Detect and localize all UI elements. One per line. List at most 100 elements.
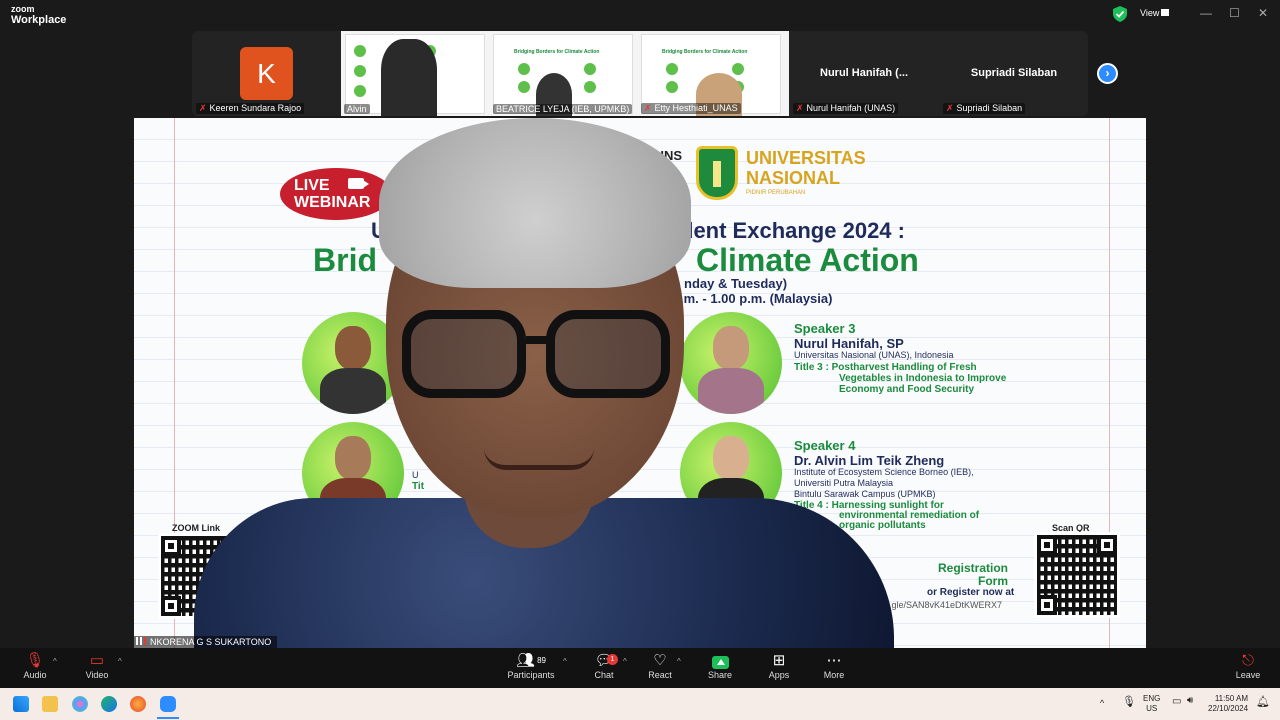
zoom-poster-logo: zoom bbox=[262, 533, 325, 560]
poster-title-right: dent Exchange 2024 : bbox=[680, 218, 905, 243]
avatar: K bbox=[240, 47, 293, 100]
participants-button[interactable]: 👥︎ 89 Participants bbox=[506, 648, 556, 688]
poster-title-left: UN bbox=[371, 218, 403, 243]
zoom-window: zoom Workplace View — ☐ ✕ K ✗ Keeren Sund… bbox=[0, 0, 1280, 688]
chat-unread-badge: 1 bbox=[607, 654, 618, 665]
file-explorer-icon[interactable] bbox=[42, 696, 58, 712]
apps-icon: ⊞ bbox=[772, 652, 786, 669]
speaker-1-photo bbox=[302, 312, 404, 414]
live-webinar-badge: LIVE WEBINAR bbox=[280, 168, 392, 220]
active-speaker-name: NKORENA G S SUKARTONO bbox=[134, 636, 278, 648]
react-button[interactable]: ♡ React bbox=[646, 648, 674, 688]
speaker-4-photo bbox=[680, 422, 782, 524]
speaker-3-title: Title 3 : Postharvest Handling of Fresh bbox=[794, 362, 977, 373]
brand-top: zoom bbox=[11, 4, 35, 14]
mic-muted-icon: ✗ bbox=[946, 103, 954, 113]
participant-tile[interactable]: Supriadi Silaban ✗ Supriadi Silaban bbox=[939, 31, 1088, 116]
participant-video-alvin bbox=[381, 39, 437, 116]
chevron-up-icon[interactable]: ^ bbox=[1100, 698, 1104, 708]
partner-logo-text: AINS bbox=[651, 148, 683, 163]
audio-button[interactable]: 🎙︎ Audio bbox=[20, 648, 50, 688]
register-now-label: or Register now at bbox=[927, 587, 1015, 598]
react-options-caret[interactable]: ^ bbox=[677, 657, 681, 666]
speaker-3-name: Nurul Hanifah, SP bbox=[794, 336, 904, 351]
participants-options-caret[interactable]: ^ bbox=[563, 657, 567, 666]
speaker-2-title: Tit bbox=[412, 481, 425, 492]
video-options-caret[interactable]: ^ bbox=[118, 657, 122, 666]
firefox-icon[interactable] bbox=[130, 696, 146, 712]
speaker-2-inst: U bbox=[412, 470, 419, 480]
participant-name: Alvin bbox=[344, 104, 370, 114]
poster-subtitle-left: Brid bbox=[313, 242, 377, 278]
audio-options-caret[interactable]: ^ bbox=[53, 657, 57, 666]
shared-poster-tiles[interactable]: Bridging Borders for Climate Action Brid… bbox=[341, 31, 789, 116]
registration-qr-code bbox=[1034, 532, 1120, 618]
maximize-icon[interactable]: ☐ bbox=[1229, 6, 1240, 20]
speaker-3-photo bbox=[680, 312, 782, 414]
participant-tile[interactable]: Nurul Hanifah (... ✗ Nurul Hanifah (UNAS) bbox=[789, 31, 939, 116]
brand-bottom: Workplace bbox=[11, 14, 67, 26]
view-grid-icon[interactable] bbox=[1161, 9, 1169, 16]
participant-name: ✗ Nurul Hanifah (UNAS) bbox=[793, 103, 899, 114]
camera-icon bbox=[348, 178, 369, 189]
apps-button[interactable]: ⊞ Apps bbox=[765, 648, 793, 688]
active-speaker-video: LIVE WEBINAR AINS UNIVERSITAS NASIONAL PI… bbox=[134, 118, 1146, 648]
edge-icon[interactable] bbox=[101, 696, 117, 712]
volume-icon[interactable]: 🔊︎ bbox=[1187, 696, 1193, 706]
participant-display-name: Supriadi Silaban bbox=[970, 67, 1058, 79]
more-icon: ⋯ bbox=[826, 652, 842, 669]
signal-icon bbox=[136, 637, 146, 645]
share-button[interactable]: Share bbox=[705, 648, 735, 688]
leave-button[interactable]: ⎋ Leave bbox=[1233, 648, 1263, 688]
chat-options-caret[interactable]: ^ bbox=[623, 657, 627, 666]
heart-icon: ♡ bbox=[653, 652, 667, 669]
participants-count: 89 bbox=[537, 656, 546, 665]
speaker-2-photo bbox=[302, 422, 404, 524]
chevron-right-icon[interactable]: › bbox=[1097, 63, 1118, 84]
zoom-logo: zoom Workplace bbox=[11, 5, 66, 26]
participant-name: ✗ Supriadi Silaban bbox=[943, 103, 1026, 114]
zoom-link-label: ZOOM Link bbox=[172, 523, 220, 533]
speaker-3-institution: Universitas Nasional (UNAS), Indonesia bbox=[794, 350, 954, 360]
mic-muted-icon: ✗ bbox=[644, 103, 652, 113]
participant-display-name: Nurul Hanifah (... bbox=[820, 67, 908, 79]
participant-tile[interactable]: K ✗ Keeren Sundara Rajoo bbox=[192, 31, 340, 116]
video-off-icon: ▭ bbox=[89, 652, 105, 669]
speaker-3-label: Speaker 3 bbox=[794, 321, 856, 336]
close-icon[interactable]: ✕ bbox=[1258, 6, 1268, 20]
more-button[interactable]: ⋯ More bbox=[820, 648, 848, 688]
registration-form-label: Form bbox=[978, 574, 1008, 588]
poster-time: .m. - 1.00 p.m. (Malaysia) bbox=[680, 291, 833, 306]
network-icon[interactable]: ▭ bbox=[1172, 697, 1181, 707]
view-button[interactable]: View bbox=[1140, 8, 1159, 18]
video-button[interactable]: ▭ Video bbox=[82, 648, 112, 688]
shield-check-icon[interactable] bbox=[1113, 6, 1127, 22]
zoom-taskbar-icon[interactable] bbox=[160, 696, 176, 712]
leave-icon: ⎋ bbox=[1242, 652, 1254, 669]
clock[interactable]: 11:50 AM 22/10/2024 bbox=[1208, 694, 1248, 714]
copilot-icon[interactable] bbox=[72, 696, 88, 712]
meeting-toolbar: 🎙︎ Audio ^ ▭ Video ^ 👥︎ 89 Participants ^… bbox=[0, 648, 1280, 688]
poster-subtitle-right: Climate Action bbox=[696, 242, 919, 278]
participants-icon: 👥︎ bbox=[516, 652, 536, 669]
notification-bell-icon[interactable]: 🔔︎ bbox=[1256, 697, 1270, 708]
participant-name: ✗ Keeren Sundara Rajoo bbox=[196, 103, 305, 114]
registration-label: Registration bbox=[938, 561, 1009, 575]
poster-date: nday & Tuesday) bbox=[684, 276, 788, 291]
share-screen-icon bbox=[711, 656, 729, 669]
mic-muted-icon: 🎙︎ bbox=[25, 652, 45, 669]
mic-muted-icon: ✗ bbox=[199, 103, 207, 113]
zoom-meeting-label: Meeting bbox=[262, 558, 298, 569]
register-url: .gle/SAN8vK41eDtKWERX7 bbox=[889, 600, 1003, 610]
participant-name: BEATRICE LYEJA (IEB, UPMKB) bbox=[493, 104, 633, 114]
windows-taskbar: ^ 🎙︎ ENG US ▭ 🔊︎ 11:50 AM 22/10/2024 🔔︎ bbox=[0, 688, 1280, 720]
zoom-qr-code bbox=[158, 533, 244, 619]
microphone-icon[interactable]: 🎙︎ bbox=[1122, 697, 1136, 708]
speaker-4-label: Speaker 4 bbox=[794, 438, 856, 453]
participant-name: ✗ Etty Hesthiati_UNAS bbox=[641, 103, 741, 114]
mic-muted-icon: ✗ bbox=[796, 103, 804, 113]
minimize-icon[interactable]: — bbox=[1200, 6, 1212, 20]
language-indicator[interactable]: ENG US bbox=[1143, 694, 1160, 714]
windows-start-icon[interactable] bbox=[13, 696, 29, 712]
speaker-4-institution: Institute of Ecosystem Science Borneo (I… bbox=[794, 467, 974, 477]
